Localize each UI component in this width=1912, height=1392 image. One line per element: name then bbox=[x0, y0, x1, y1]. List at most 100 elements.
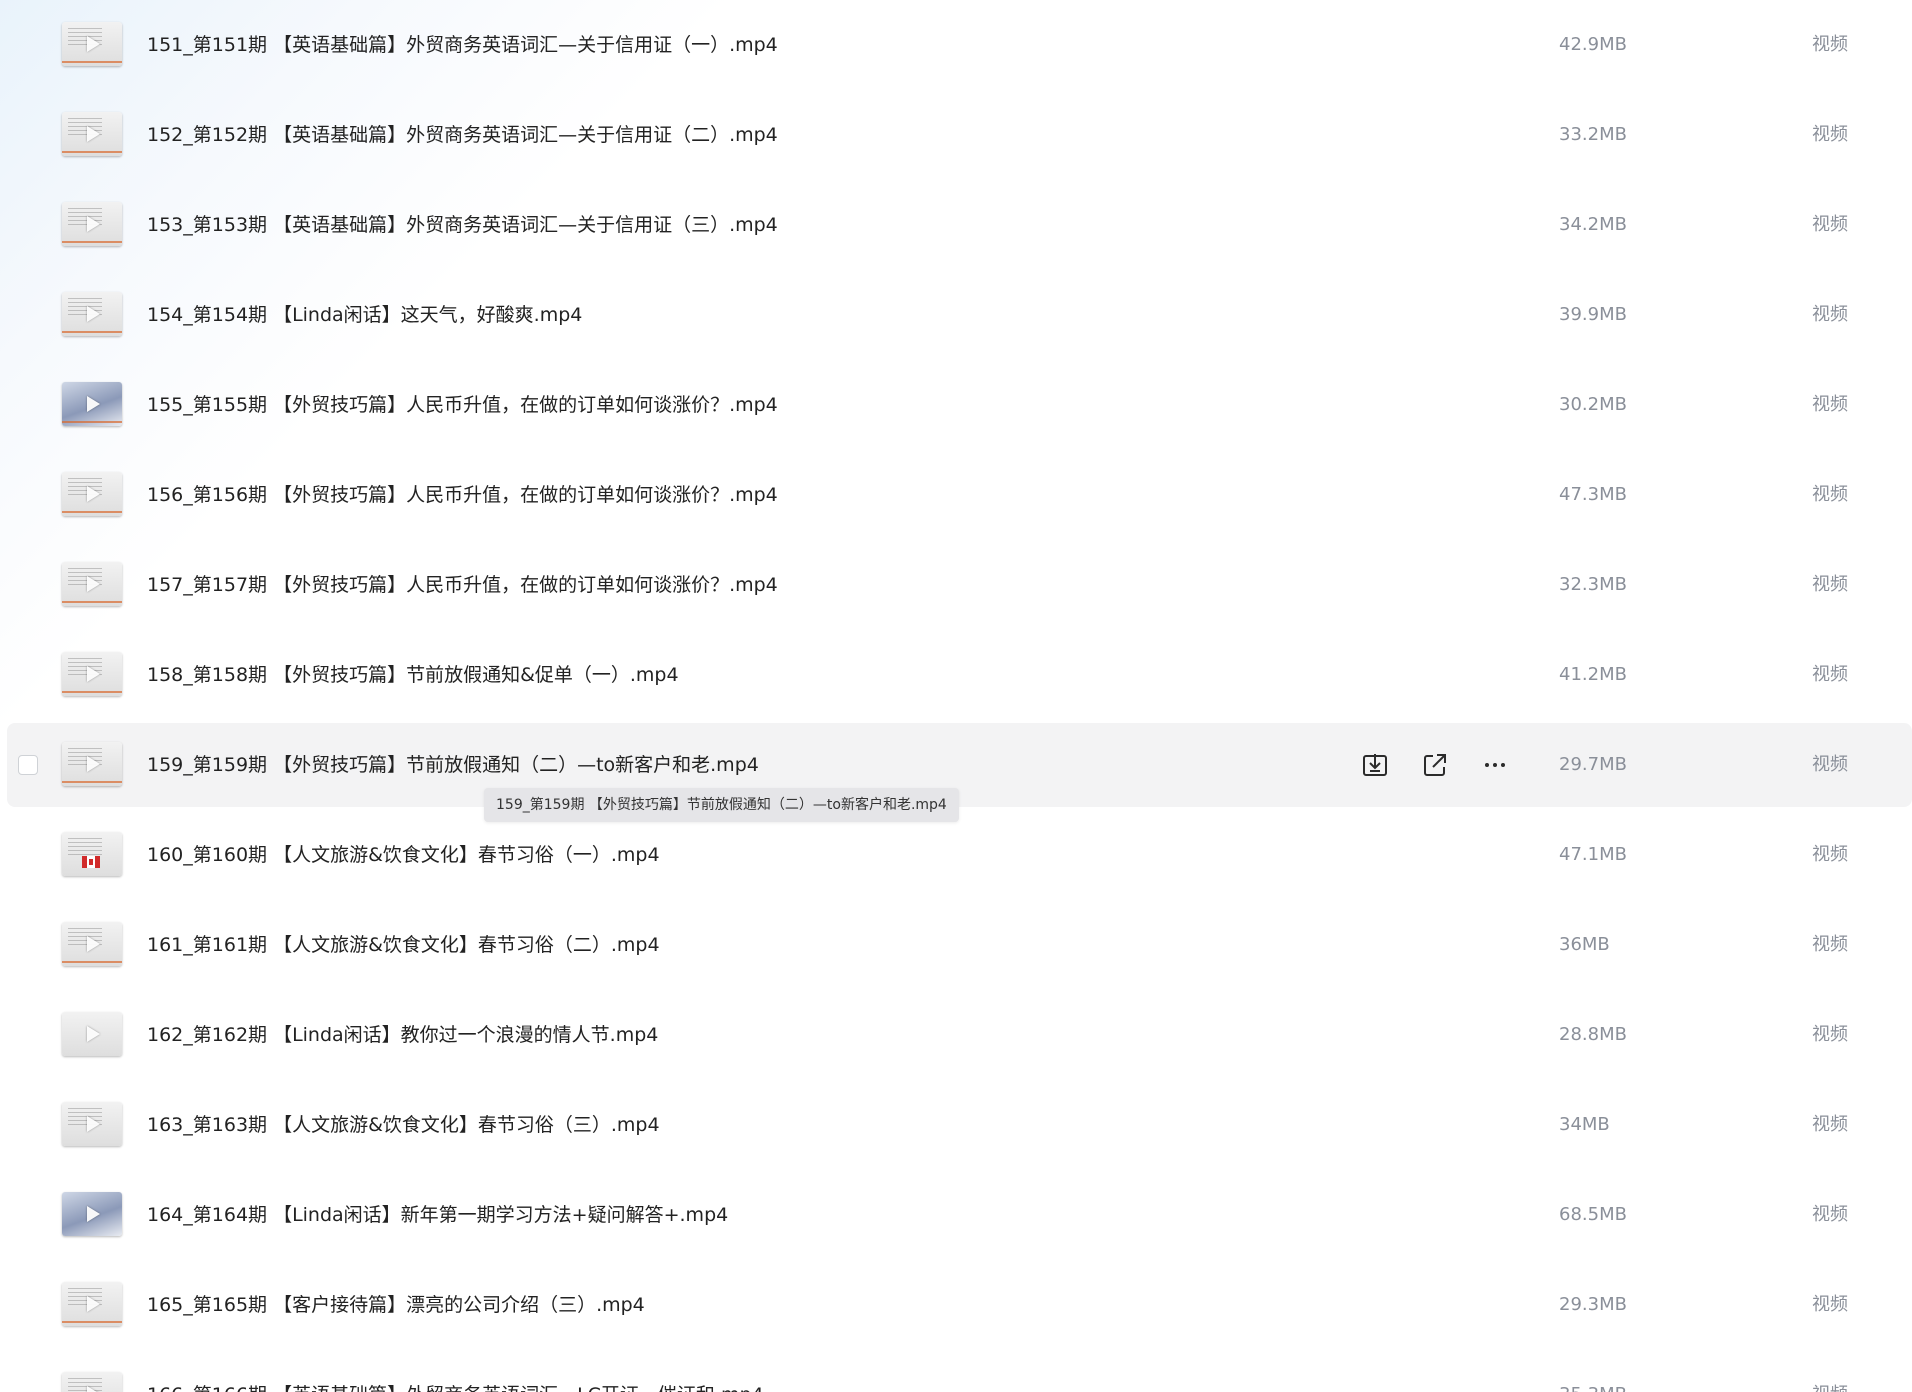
video-thumbnail[interactable] bbox=[62, 22, 122, 66]
file-name[interactable]: 153_第153期 【英语基础篇】外贸商务英语词汇—关于信用证（三）.mp4 bbox=[147, 183, 778, 267]
file-type: 视频 bbox=[1812, 1024, 1848, 1045]
file-name[interactable]: 154_第154期 【Linda闲话】这天气，好酸爽.mp4 bbox=[147, 273, 582, 357]
file-type: 视频 bbox=[1812, 34, 1848, 55]
flag-icon bbox=[82, 856, 100, 868]
file-name[interactable]: 160_第160期 【人文旅游&饮食文化】春节习俗（一）.mp4 bbox=[147, 813, 660, 897]
file-row[interactable]: 151_第151期 【英语基础篇】外贸商务英语词汇—关于信用证（一）.mp4 4… bbox=[7, 3, 1912, 87]
play-icon bbox=[87, 1206, 100, 1222]
file-row[interactable]: 162_第162期 【Linda闲话】教你过一个浪漫的情人节.mp4 28.8M… bbox=[7, 993, 1912, 1077]
file-size: 47.3MB bbox=[1559, 484, 1627, 505]
file-size: 30.2MB bbox=[1559, 394, 1627, 415]
file-size: 42.9MB bbox=[1559, 34, 1627, 55]
video-thumbnail[interactable] bbox=[62, 1372, 122, 1392]
play-icon bbox=[87, 486, 100, 502]
file-row[interactable]: 156_第156期 【外贸技巧篇】人民币升值，在做的订单如何谈涨价？.mp4 4… bbox=[7, 453, 1912, 537]
play-icon bbox=[87, 126, 100, 142]
file-type: 视频 bbox=[1812, 574, 1848, 595]
file-size: 28.8MB bbox=[1559, 1024, 1627, 1045]
play-icon bbox=[87, 306, 100, 322]
share-button[interactable] bbox=[1417, 747, 1453, 783]
file-type: 视频 bbox=[1812, 124, 1848, 145]
file-type: 视频 bbox=[1812, 1353, 1848, 1392]
file-name[interactable]: 157_第157期 【外贸技巧篇】人民币升值，在做的订单如何谈涨价？.mp4 bbox=[147, 543, 778, 627]
file-type: 视频 bbox=[1812, 934, 1848, 955]
play-icon bbox=[87, 756, 100, 772]
file-type: 视频 bbox=[1812, 664, 1848, 685]
file-size: 32.3MB bbox=[1559, 574, 1627, 595]
download-icon bbox=[1363, 754, 1387, 776]
file-row[interactable]: 158_第158期 【外贸技巧篇】节前放假通知&促单（一）.mp4 41.2MB… bbox=[7, 633, 1912, 717]
play-icon bbox=[87, 576, 100, 592]
file-row[interactable]: 164_第164期 【Linda闲话】新年第一期学习方法+疑问解答+.mp4 6… bbox=[7, 1173, 1912, 1257]
video-thumbnail[interactable] bbox=[62, 562, 122, 606]
video-thumbnail[interactable] bbox=[62, 202, 122, 246]
file-type: 视频 bbox=[1812, 1294, 1848, 1315]
file-row[interactable]: 155_第155期 【外贸技巧篇】人民币升值，在做的订单如何谈涨价？.mp4 3… bbox=[7, 363, 1912, 447]
file-name[interactable]: 158_第158期 【外贸技巧篇】节前放假通知&促单（一）.mp4 bbox=[147, 633, 679, 717]
file-type: 视频 bbox=[1812, 304, 1848, 325]
more-button[interactable] bbox=[1477, 747, 1513, 783]
file-type: 视频 bbox=[1812, 1204, 1848, 1225]
play-icon bbox=[87, 216, 100, 232]
play-icon bbox=[87, 666, 100, 682]
file-row-hovered[interactable]: 159_第159期 【外贸技巧篇】节前放假通知（二）—to新客户和老.mp4 2… bbox=[7, 723, 1912, 807]
file-name[interactable]: 151_第151期 【英语基础篇】外贸商务英语词汇—关于信用证（一）.mp4 bbox=[147, 3, 778, 87]
file-type: 视频 bbox=[1812, 1114, 1848, 1135]
video-thumbnail[interactable] bbox=[62, 1012, 122, 1056]
video-thumbnail[interactable] bbox=[62, 382, 122, 426]
download-button[interactable] bbox=[1357, 747, 1393, 783]
file-row[interactable]: 152_第152期 【英语基础篇】外贸商务英语词汇—关于信用证（二）.mp4 3… bbox=[7, 93, 1912, 177]
play-icon bbox=[87, 36, 100, 52]
file-row[interactable]: 154_第154期 【Linda闲话】这天气，好酸爽.mp4 39.9MB 视频 bbox=[7, 273, 1912, 357]
file-row-partial[interactable]: 166_第166期 【英语基础篇】外贸商务英语词汇—LC开证、催证和.mp4 3… bbox=[7, 1353, 1912, 1392]
filename-tooltip: 159_第159期 【外贸技巧篇】节前放假通知（二）—to新客户和老.mp4 bbox=[484, 788, 959, 822]
file-size: 29.7MB bbox=[1559, 754, 1627, 775]
file-row[interactable]: 165_第165期 【客户接待篇】漂亮的公司介绍（三）.mp4 29.3MB 视… bbox=[7, 1263, 1912, 1347]
file-name[interactable]: 163_第163期 【人文旅游&饮食文化】春节习俗（三）.mp4 bbox=[147, 1083, 660, 1167]
file-size: 68.5MB bbox=[1559, 1204, 1627, 1225]
file-name[interactable]: 165_第165期 【客户接待篇】漂亮的公司介绍（三）.mp4 bbox=[147, 1263, 645, 1347]
row-checkbox[interactable] bbox=[18, 755, 38, 775]
file-size: 39.9MB bbox=[1559, 304, 1627, 325]
file-size: 36MB bbox=[1559, 934, 1610, 955]
file-name[interactable]: 166_第166期 【英语基础篇】外贸商务英语词汇—LC开证、催证和.mp4 bbox=[147, 1353, 764, 1392]
share-icon bbox=[1424, 754, 1446, 776]
video-thumbnail[interactable] bbox=[62, 1102, 122, 1146]
file-name[interactable]: 162_第162期 【Linda闲话】教你过一个浪漫的情人节.mp4 bbox=[147, 993, 658, 1077]
play-icon bbox=[87, 936, 100, 952]
play-icon bbox=[87, 1116, 100, 1132]
row-actions bbox=[1357, 747, 1557, 783]
video-thumbnail[interactable] bbox=[62, 292, 122, 336]
video-thumbnail[interactable] bbox=[62, 652, 122, 696]
video-thumbnail[interactable] bbox=[62, 922, 122, 966]
file-row[interactable]: 163_第163期 【人文旅游&饮食文化】春节习俗（三）.mp4 34MB 视频 bbox=[7, 1083, 1912, 1167]
video-thumbnail[interactable] bbox=[62, 1192, 122, 1236]
file-size: 47.1MB bbox=[1559, 844, 1627, 865]
file-name[interactable]: 152_第152期 【英语基础篇】外贸商务英语词汇—关于信用证（二）.mp4 bbox=[147, 93, 778, 177]
play-icon bbox=[87, 1296, 100, 1312]
file-size: 41.2MB bbox=[1559, 664, 1627, 685]
file-row[interactable]: 157_第157期 【外贸技巧篇】人民币升值，在做的订单如何谈涨价？.mp4 3… bbox=[7, 543, 1912, 627]
file-row[interactable]: 160_第160期 【人文旅游&饮食文化】春节习俗（一）.mp4 47.1MB … bbox=[7, 813, 1912, 897]
video-thumbnail[interactable] bbox=[62, 832, 122, 876]
video-thumbnail[interactable] bbox=[62, 1282, 122, 1326]
play-icon bbox=[87, 1026, 100, 1042]
video-thumbnail[interactable] bbox=[62, 112, 122, 156]
file-list: 151_第151期 【英语基础篇】外贸商务英语词汇—关于信用证（一）.mp4 4… bbox=[0, 0, 1912, 1392]
more-icon bbox=[1485, 763, 1505, 767]
file-size: 34.2MB bbox=[1559, 214, 1627, 235]
file-row[interactable]: 161_第161期 【人文旅游&饮食文化】春节习俗（二）.mp4 36MB 视频 bbox=[7, 903, 1912, 987]
file-name[interactable]: 156_第156期 【外贸技巧篇】人民币升值，在做的订单如何谈涨价？.mp4 bbox=[147, 453, 778, 537]
file-name[interactable]: 161_第161期 【人文旅游&饮食文化】春节习俗（二）.mp4 bbox=[147, 903, 660, 987]
play-icon bbox=[87, 396, 100, 412]
file-size: 34MB bbox=[1559, 1114, 1610, 1135]
video-thumbnail[interactable] bbox=[62, 742, 122, 786]
video-thumbnail[interactable] bbox=[62, 472, 122, 516]
file-type: 视频 bbox=[1812, 484, 1848, 505]
file-name[interactable]: 155_第155期 【外贸技巧篇】人民币升值，在做的订单如何谈涨价？.mp4 bbox=[147, 363, 778, 447]
play-icon bbox=[87, 1386, 100, 1392]
file-size: 35.3MB bbox=[1559, 1353, 1627, 1392]
file-type: 视频 bbox=[1812, 844, 1848, 865]
file-row[interactable]: 153_第153期 【英语基础篇】外贸商务英语词汇—关于信用证（三）.mp4 3… bbox=[7, 183, 1912, 267]
file-name[interactable]: 164_第164期 【Linda闲话】新年第一期学习方法+疑问解答+.mp4 bbox=[147, 1173, 728, 1257]
